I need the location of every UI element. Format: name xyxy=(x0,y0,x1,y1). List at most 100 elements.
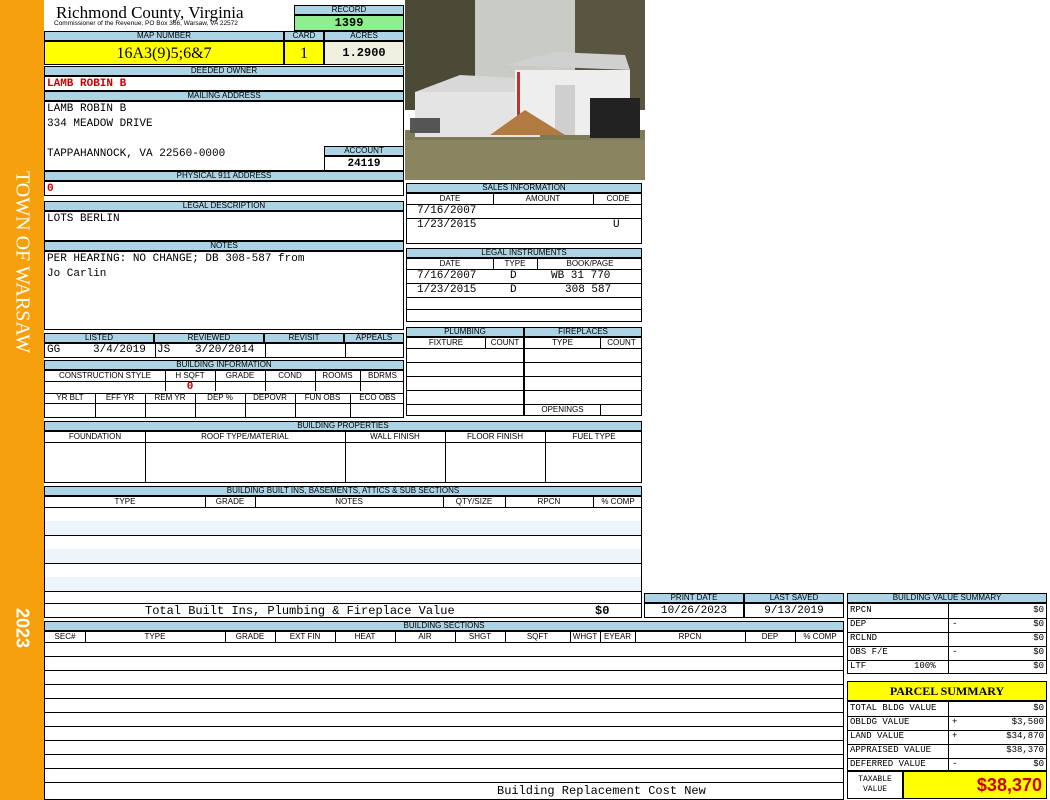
ps-obldg-label: OBLDG VALUE xyxy=(850,717,910,727)
sidebar: TOWN OF WARSAW 2023 xyxy=(0,0,44,800)
tax-year: 2023 xyxy=(12,607,33,649)
bs-col-heat: HEAT xyxy=(354,632,376,641)
map-number-label: MAP NUMBER xyxy=(44,31,284,41)
town-name: TOWN OF WARSAW xyxy=(11,170,34,354)
mailing-line-3: TAPPAHANNOCK, VA 22560-0000 xyxy=(47,148,226,160)
vs-obs-op: - xyxy=(952,647,958,657)
ps-deferred-op: - xyxy=(952,759,958,769)
card-label: CARD xyxy=(284,31,324,41)
legal-description-label: LEGAL DESCRIPTION xyxy=(44,201,404,211)
parcel-summary-label: PARCEL SUMMARY xyxy=(847,681,1047,701)
li-col-book: BOOK/PAGE xyxy=(566,259,614,268)
legal-description: LOTS BERLIN xyxy=(44,211,404,241)
reviewed-label: REVIEWED xyxy=(154,333,264,343)
li-col-date: DATE xyxy=(439,259,461,268)
bs-col-whgt: WHGT xyxy=(572,632,598,641)
ps-land-op: + xyxy=(952,731,958,741)
card-number: 1 xyxy=(284,41,324,65)
vs-dep-label: DEP xyxy=(850,619,867,629)
bi-col-rpcn: RPCN xyxy=(537,497,561,506)
col-yr-blt: YR BLT xyxy=(56,393,84,402)
builtins-total-value: $0 xyxy=(595,604,610,618)
bs-col-sec: SEC# xyxy=(54,632,76,641)
col-depovr: DEPOVR xyxy=(253,393,287,402)
revisit-label: REVISIT xyxy=(264,333,344,343)
ps-land-label: LAND VALUE xyxy=(850,731,905,741)
physical-address: 0 xyxy=(44,181,404,196)
legal-instruments-table: DATE TYPE BOOK/PAGE 7/16/2007 D WB 31 77… xyxy=(406,258,642,322)
notes-line-1: PER HEARING: NO CHANGE; DB 308-587 from xyxy=(47,253,305,265)
col-construction-style: CONSTRUCTION STYLE xyxy=(58,371,151,380)
plumbing-table: FIXTURE COUNT xyxy=(406,337,524,416)
col-eff-yr: EFF YR xyxy=(105,393,135,402)
record-label: RECORD xyxy=(294,5,404,15)
vs-ltf-value: $0 xyxy=(1033,661,1044,671)
bs-col-dep: DEP xyxy=(761,632,779,641)
vs-ltf-label: LTF xyxy=(850,661,867,671)
bp-col-roof: ROOF TYPE/MATERIAL xyxy=(201,432,289,441)
vs-rclnd-value: $0 xyxy=(1033,633,1044,643)
col-grade: GRADE xyxy=(225,371,255,380)
mailing-address-label: MAILING ADDRESS xyxy=(44,91,404,101)
fireplaces-col-type: TYPE xyxy=(552,338,573,347)
li-col-type: TYPE xyxy=(504,259,526,268)
parcel-summary: TOTAL BLDG VALUE $0 OBLDG VALUE + $3,500… xyxy=(847,701,1047,771)
notes-label: NOTES xyxy=(44,241,404,251)
bi-col-type: TYPE xyxy=(114,497,136,506)
record-number: 1399 xyxy=(294,15,404,31)
building-sections-label: BUILDING SECTIONS xyxy=(44,621,844,631)
building-info-label: BUILDING INFORMATION xyxy=(44,360,404,370)
bp-col-wall: WALL FINISH xyxy=(370,432,420,441)
bs-col-comp: % COMP xyxy=(803,632,837,641)
bs-col-shgt: SHGT xyxy=(468,632,492,641)
builtins-label: BUILDING BUILT INS, BASEMENTS, ATTICS & … xyxy=(44,486,642,496)
owner-name: LAMB ROBIN B xyxy=(44,76,404,91)
taxable-label-line-2: VALUE xyxy=(862,785,887,794)
last-saved-date: 9/13/2019 xyxy=(744,603,844,618)
acres-label: ACRES xyxy=(324,31,404,41)
building-info-table: CONSTRUCTION STYLE H SQFT GRADE COND ROO… xyxy=(44,370,404,418)
vs-obs-label: OBS F/E xyxy=(850,647,888,657)
vs-rclnd-label: RCLND xyxy=(850,633,878,643)
ps-deferred-label: DEFERRED VALUE xyxy=(850,759,926,769)
bp-col-floor: FLOOR FINISH xyxy=(466,432,523,441)
listed-row: GG 3/4/2019 JS 3/20/2014 xyxy=(44,343,404,358)
sale-1-date: 7/16/2007 xyxy=(417,205,477,217)
ps-land-value: $34,870 xyxy=(1006,731,1044,741)
li-1-type: D xyxy=(510,270,517,282)
vs-ltf-pct: 100% xyxy=(914,661,936,671)
bs-col-sqft: SQFT xyxy=(526,632,549,641)
mailing-line-1: LAMB ROBIN B xyxy=(47,103,127,115)
account-number: 24119 xyxy=(324,156,404,171)
print-date-label: PRINT DATE xyxy=(644,593,744,603)
listed-label: LISTED xyxy=(44,333,154,343)
last-saved-label: LAST SAVED xyxy=(744,593,844,603)
sales-info-label: SALES INFORMATION xyxy=(406,183,642,193)
vs-rpcn-label: RPCN xyxy=(850,605,872,615)
fireplaces-col-count: COUNT xyxy=(607,338,636,347)
bs-col-type: TYPE xyxy=(144,632,166,641)
plumbing-col-fixture: FIXTURE xyxy=(428,338,464,347)
map-number: 16A3(9)5;6&7 xyxy=(44,41,284,65)
taxable-value-label: TAXABLE VALUE xyxy=(847,771,903,799)
col-hsqft: H SQFT xyxy=(175,371,205,380)
ps-total-bldg-label: TOTAL BLDG VALUE xyxy=(850,703,937,713)
deeded-owner-label: DEEDED OWNER xyxy=(44,66,404,76)
li-1-book: WB 31 770 xyxy=(551,270,611,282)
bp-col-foundation: FOUNDATION xyxy=(68,432,122,441)
li-2-type: D xyxy=(510,284,517,296)
appeals-label: APPEALS xyxy=(344,333,404,343)
builtins-total-label: Total Built Ins, Plumbing & Fireplace Va… xyxy=(145,604,455,618)
reviewed-by: JS xyxy=(157,344,171,356)
replacement-cost-label: Building Replacement Cost New xyxy=(497,784,706,798)
property-photo xyxy=(405,0,645,180)
ps-total-bldg-value: $0 xyxy=(1033,703,1044,713)
notes-line-2: Jo Carlin xyxy=(47,268,107,280)
bi-col-notes: NOTES xyxy=(335,497,363,506)
col-eco-obs: ECO OBS xyxy=(359,393,396,402)
listed-by: GG xyxy=(47,344,61,356)
bs-col-air: AIR xyxy=(418,632,432,641)
ps-obldg-value: $3,500 xyxy=(1011,717,1044,727)
sales-col-date: DATE xyxy=(439,194,461,203)
openings-label: OPENINGS xyxy=(541,405,584,414)
